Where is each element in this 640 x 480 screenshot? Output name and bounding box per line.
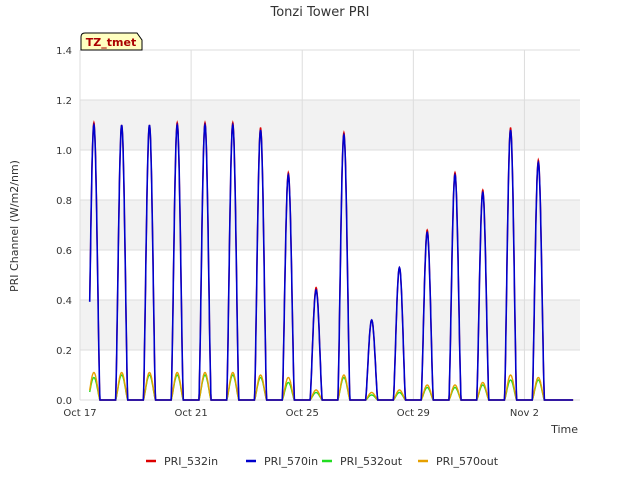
y-tick-labels: 0.0 0.2 0.4 0.6 0.8 1.0 1.2 1.4	[56, 46, 72, 407]
y-tick-label: 1.0	[56, 146, 72, 157]
y-axis-label: PRI Channel (W/m2/nm)	[8, 160, 21, 292]
y-tick-label: 0.4	[56, 296, 72, 307]
chart-title: Tonzi Tower PRI	[270, 5, 370, 20]
y-tick-label: 1.2	[56, 96, 72, 107]
y-tick-label: 0.8	[56, 196, 72, 207]
x-tick-label: Oct 17	[63, 408, 96, 419]
y-tick-label: 0.6	[56, 246, 72, 257]
legend-label: PRI_532out	[340, 455, 403, 468]
legend-label: PRI_570in	[264, 455, 318, 468]
annotation-label: TZ_tmet	[86, 36, 136, 49]
legend-label: PRI_570out	[436, 455, 499, 468]
y-tick-label: 1.4	[56, 46, 72, 57]
plot-band	[80, 100, 580, 150]
x-tick-label: Oct 25	[286, 408, 319, 419]
y-tick-label: 0.0	[56, 396, 72, 407]
x-tick-label: Nov 2	[510, 408, 539, 419]
x-tick-labels: Oct 17 Oct 21 Oct 25 Oct 29 Nov 2	[63, 408, 539, 419]
legend-label: PRI_532in	[164, 455, 218, 468]
x-axis-label: Time	[550, 423, 578, 436]
y-tick-label: 0.2	[56, 346, 72, 357]
annotation-box: TZ_tmet	[80, 32, 143, 51]
x-tick-label: Oct 29	[397, 408, 430, 419]
legend: PRI_532in PRI_570in PRI_532out PRI_570out	[146, 455, 499, 468]
x-tick-label: Oct 21	[175, 408, 208, 419]
pri-chart: Tonzi Tower PRI 0.0 0.2 0.4 0.6 0.8 1.0 1.2 1.4…	[8, 5, 580, 468]
plot-band	[80, 200, 580, 250]
